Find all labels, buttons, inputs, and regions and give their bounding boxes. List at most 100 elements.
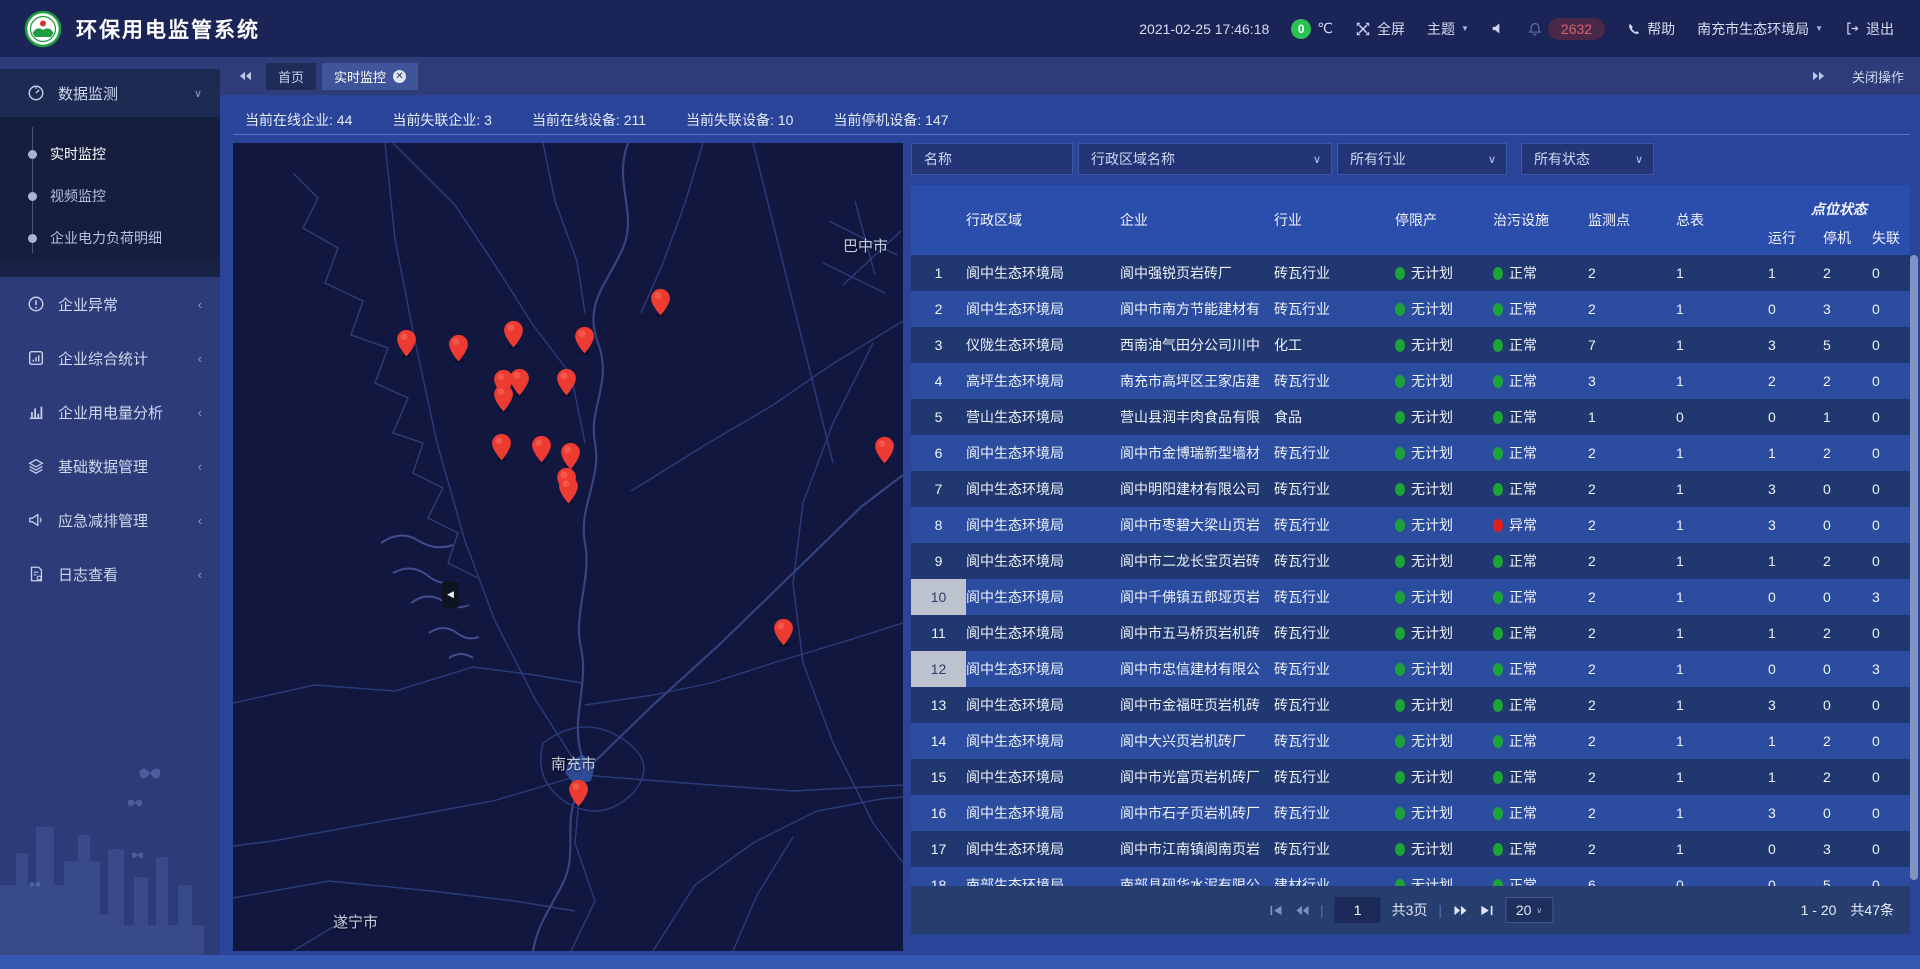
map-pin[interactable] — [558, 476, 579, 505]
cell-running: 1 — [1768, 255, 1823, 291]
help-button[interactable]: 帮助 — [1627, 19, 1675, 39]
table-row[interactable]: 1阆中生态环境局阆中强锐页岩砖厂砖瓦行业无计划正常21120 — [911, 255, 1910, 291]
table-row[interactable]: 14阆中生态环境局阆中大兴页岩机砖厂砖瓦行业无计划正常21120 — [911, 723, 1910, 759]
sidebar-item-企业电力负荷明细[interactable]: 企业电力负荷明细 — [0, 217, 220, 259]
notification-area[interactable]: 2632 — [1528, 18, 1605, 40]
temperature-unit: ℃ — [1317, 20, 1333, 37]
sidebar-item-基础数据管理[interactable]: 基础数据管理‹ — [0, 439, 220, 493]
tab-首页[interactable]: 首页 — [266, 63, 316, 90]
table-row[interactable]: 8阆中生态环境局阆中市枣碧大梁山页岩砖瓦行业无计划异常21300 — [911, 507, 1910, 543]
cell-region: 阆中生态环境局 — [966, 543, 1120, 579]
table-row[interactable]: 4高坪生态环境局南充市高坪区王家店建砖瓦行业无计划正常31220 — [911, 363, 1910, 399]
region-filter-select[interactable]: 行政区域名称∨ — [1078, 143, 1332, 175]
map-city-label: 巴中市 — [843, 235, 888, 256]
tabs-scroll-left-button[interactable] — [238, 70, 252, 82]
sidebar-item-数据监测[interactable]: 数据监测∨ — [0, 69, 220, 117]
cell-running: 2 — [1768, 363, 1823, 399]
cell-production-status: 无计划 — [1395, 543, 1493, 579]
table-row[interactable]: 18南部生态环境局南部县砚华水泥有限公建材行业无计划正常60050 — [911, 867, 1910, 886]
vertical-scrollbar[interactable] — [1910, 255, 1918, 880]
cell-region: 阆中生态环境局 — [966, 795, 1120, 831]
table-row[interactable]: 2阆中生态环境局阆中市南方节能建材有砖瓦行业无计划正常21030 — [911, 291, 1910, 327]
table-row[interactable]: 13阆中生态环境局阆中市金福旺页岩机砖砖瓦行业无计划正常21300 — [911, 687, 1910, 723]
close-icon[interactable]: ✕ — [393, 70, 406, 83]
table-row[interactable]: 17阆中生态环境局阆中市江南镇阆南页岩砖瓦行业无计划正常21030 — [911, 831, 1910, 867]
map-pin[interactable] — [503, 320, 524, 349]
table-row[interactable]: 10阆中生态环境局阆中千佛镇五郎垭页岩砖瓦行业无计划正常21003 — [911, 579, 1910, 615]
sidebar-item-日志查看[interactable]: 日志查看‹ — [0, 547, 220, 601]
cell-facility-status: 正常 — [1493, 399, 1588, 435]
map-pin[interactable] — [396, 329, 417, 358]
name-filter-input[interactable] — [911, 143, 1073, 175]
theme-dropdown[interactable]: 主题▼ — [1427, 19, 1469, 39]
map-pin[interactable] — [493, 384, 514, 413]
status-dot-icon — [1395, 699, 1405, 712]
sidebar-group: 日志查看‹ — [0, 547, 220, 601]
cell-industry: 砖瓦行业 — [1274, 579, 1395, 615]
mute-button[interactable] — [1491, 21, 1506, 36]
collapse-map-button[interactable]: ◀ — [442, 581, 459, 608]
status-dot-icon — [1395, 411, 1405, 424]
cell-running: 0 — [1768, 867, 1823, 886]
column-header: 治污设施 — [1493, 185, 1588, 255]
table-row[interactable]: 7阆中生态环境局阆中明阳建材有限公司砖瓦行业无计划正常21300 — [911, 471, 1910, 507]
table-row[interactable]: 3仪陇生态环境局西南油气田分公司川中化工无计划正常71350 — [911, 327, 1910, 363]
sidebar-item-企业异常[interactable]: 企业异常‹ — [0, 277, 220, 331]
map-pin[interactable] — [874, 436, 895, 465]
tabs-scroll-right-button[interactable] — [1812, 70, 1826, 82]
sidebar-item-视频监控[interactable]: 视频监控 — [0, 175, 220, 217]
cell-production-status: 无计划 — [1395, 579, 1493, 615]
sidebar-item-企业综合统计[interactable]: 企业综合统计‹ — [0, 331, 220, 385]
cell-total-meters: 1 — [1676, 795, 1768, 831]
horizontal-scrollbar[interactable] — [0, 955, 1920, 969]
org-dropdown[interactable]: 南充市生态环境局▼ — [1697, 19, 1823, 39]
chevron-down-icon: ∨ — [1488, 153, 1496, 166]
stat-item: 当前失联设备: 10 — [686, 110, 793, 130]
column-header: 总表 — [1676, 185, 1768, 255]
table-row[interactable]: 12阆中生态环境局阆中市忠信建材有限公砖瓦行业无计划正常21003 — [911, 651, 1910, 687]
map-pin[interactable] — [650, 288, 671, 317]
speaker-icon — [1491, 21, 1506, 36]
page-size-select[interactable]: 20∨ — [1505, 897, 1553, 923]
last-page-button[interactable] — [1479, 904, 1494, 917]
sidebar-item-实时监控[interactable]: 实时监控 — [0, 133, 220, 175]
map-pin[interactable] — [568, 779, 589, 808]
status-dot-icon — [1493, 663, 1503, 676]
table-row[interactable]: 16阆中生态环境局阆中市石子页岩机砖厂砖瓦行业无计划正常21300 — [911, 795, 1910, 831]
table-row[interactable]: 15阆中生态环境局阆中市光富页岩机砖厂砖瓦行业无计划正常21120 — [911, 759, 1910, 795]
row-number: 3 — [911, 327, 966, 363]
sidebar-group: 基础数据管理‹ — [0, 439, 220, 493]
table-row[interactable]: 9阆中生态环境局阆中市二龙长宝页岩砖砖瓦行业无计划正常21120 — [911, 543, 1910, 579]
prev-page-button[interactable] — [1294, 904, 1309, 917]
cell-production-status: 无计划 — [1395, 363, 1493, 399]
fullscreen-button[interactable]: 全屏 — [1355, 19, 1405, 39]
row-number: 15 — [911, 759, 966, 795]
map-pin[interactable] — [556, 368, 577, 397]
first-page-button[interactable] — [1268, 904, 1283, 917]
table-row[interactable]: 6阆中生态环境局阆中市金博瑞新型墙材砖瓦行业无计划正常21120 — [911, 435, 1910, 471]
column-header: 行业 — [1274, 185, 1395, 255]
page-number-input[interactable] — [1335, 897, 1381, 923]
table-row[interactable]: 11阆中生态环境局阆中市五马桥页岩机砖砖瓦行业无计划正常21120 — [911, 615, 1910, 651]
industry-filter-select[interactable]: 所有行业∨ — [1337, 143, 1507, 175]
cell-industry: 砖瓦行业 — [1274, 471, 1395, 507]
status-dot-icon — [1395, 483, 1405, 496]
cell-monitor-points: 2 — [1588, 579, 1676, 615]
stat-item: 当前停机设备: 147 — [833, 110, 948, 130]
map-pin[interactable] — [574, 326, 595, 355]
map-panel[interactable]: 巴中市南充市遂宁市 — [233, 143, 903, 951]
sidebar-item-企业用电量分析[interactable]: 企业用电量分析‹ — [0, 385, 220, 439]
status-filter-select[interactable]: 所有状态∨ — [1521, 143, 1654, 175]
map-pin[interactable] — [531, 435, 552, 464]
map-pin[interactable] — [448, 334, 469, 363]
sidebar-item-应急减排管理[interactable]: 应急减排管理‹ — [0, 493, 220, 547]
cell-industry: 砖瓦行业 — [1274, 831, 1395, 867]
tab-实时监控[interactable]: 实时监控✕ — [322, 63, 418, 90]
next-page-button[interactable] — [1453, 904, 1468, 917]
map-pin[interactable] — [773, 618, 794, 647]
cell-stopped: 3 — [1823, 291, 1872, 327]
table-row[interactable]: 5营山生态环境局营山县润丰肉食品有限食品无计划正常10010 — [911, 399, 1910, 435]
map-pin[interactable] — [491, 433, 512, 462]
close-operations-button[interactable]: 关闭操作 — [1852, 67, 1904, 86]
logout-button[interactable]: 退出 — [1845, 19, 1894, 39]
